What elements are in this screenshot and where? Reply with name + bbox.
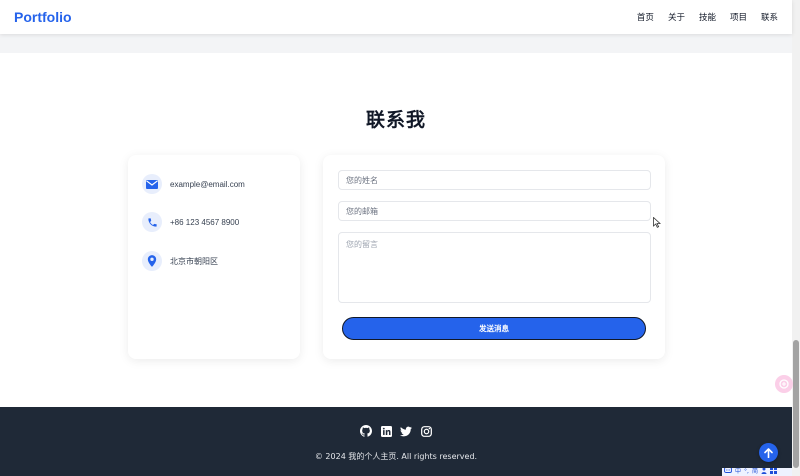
logo[interactable]: Portfolio xyxy=(14,9,72,25)
phone-info: +86 123 4567 8900 xyxy=(142,212,239,232)
section-title: 联系我 xyxy=(365,109,426,131)
contact-form-card: 发送消息 xyxy=(323,155,665,359)
nav-link-skills[interactable]: 技能 xyxy=(699,11,716,23)
nav-link-projects[interactable]: 项目 xyxy=(730,11,747,23)
ime-simplified-toggle[interactable]: 简 xyxy=(752,468,758,476)
email-input[interactable] xyxy=(338,201,651,221)
footer: © 2024 我的个人主页. All rights reserved. xyxy=(0,407,792,476)
phone-text: +86 123 4567 8900 xyxy=(170,217,240,227)
ime-toolbar: 中 °, 简 xyxy=(722,468,792,476)
navbar: Portfolio 首页 关于 技能 项目 联系 xyxy=(0,0,792,34)
nav-links: 首页 关于 技能 项目 联系 xyxy=(637,11,778,23)
previous-section-bottom xyxy=(0,34,792,53)
mouse-cursor-icon xyxy=(653,213,662,232)
social-links xyxy=(0,425,792,437)
scrollbar-thumb[interactable] xyxy=(793,340,799,468)
page-scrollbar[interactable] xyxy=(792,0,800,476)
instagram-icon[interactable] xyxy=(420,425,432,437)
copyright-text: © 2024 我的个人主页. All rights reserved. xyxy=(314,452,478,461)
email-info: example@email.com xyxy=(142,174,245,194)
ime-user-icon[interactable] xyxy=(761,468,767,476)
envelope-icon xyxy=(142,174,162,194)
nav-link-about[interactable]: 关于 xyxy=(668,11,685,23)
contact-info-card: example@email.com +86 123 4567 8900 北京市朝… xyxy=(128,155,300,359)
ime-punctuation-toggle[interactable]: °, xyxy=(744,468,749,476)
github-icon[interactable] xyxy=(360,425,372,437)
name-input[interactable] xyxy=(338,170,651,190)
send-message-button[interactable]: 发送消息 xyxy=(342,317,646,340)
ime-chat-icon[interactable] xyxy=(724,468,732,476)
linkedin-icon[interactable] xyxy=(380,425,392,437)
map-pin-icon xyxy=(142,251,162,271)
ime-language-toggle[interactable]: 中 xyxy=(735,468,741,476)
back-to-top-button[interactable] xyxy=(759,443,778,462)
twitter-icon[interactable] xyxy=(400,425,412,437)
phone-icon xyxy=(142,212,162,232)
location-info: 北京市朝阳区 xyxy=(142,251,218,271)
nav-link-contact[interactable]: 联系 xyxy=(761,11,778,23)
translate-widget-icon[interactable] xyxy=(775,375,793,393)
nav-link-home[interactable]: 首页 xyxy=(637,11,654,23)
message-textarea[interactable] xyxy=(338,232,651,303)
ime-grid-icon[interactable] xyxy=(769,468,777,476)
location-text: 北京市朝阳区 xyxy=(170,256,218,266)
email-text: example@email.com xyxy=(170,179,245,189)
